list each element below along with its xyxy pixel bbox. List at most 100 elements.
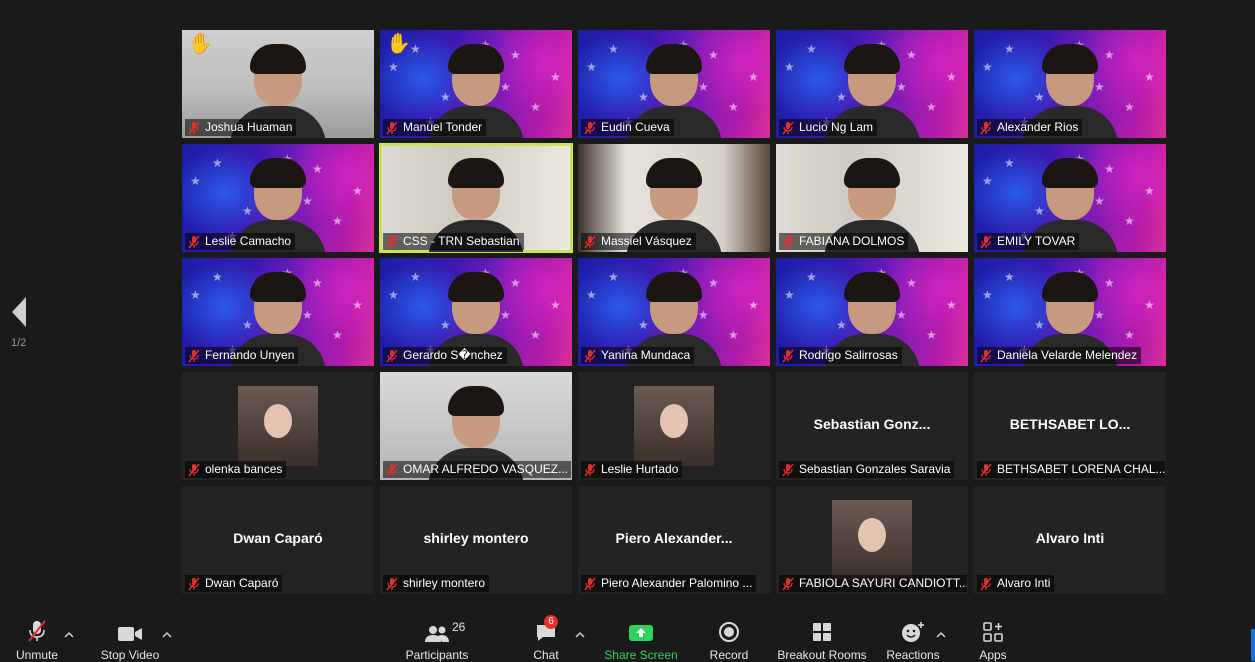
muted-mic-icon: [782, 235, 794, 248]
raised-hand-icon: ✋: [188, 33, 213, 55]
participant-name-label: Gerardo S�nchez: [383, 347, 507, 364]
record-button[interactable]: Record: [708, 617, 750, 662]
share-screen-label: Share Screen: [604, 648, 678, 662]
star-icon: ★: [946, 70, 957, 84]
participant-name: FABIOLA SAYURI CANDIOTT...: [799, 576, 967, 590]
muted-mic-icon: [584, 463, 596, 476]
star-icon: ★: [1144, 70, 1155, 84]
unmute-label: Unmute: [15, 648, 59, 662]
participant-name-label: Leslie Hurtado: [581, 461, 683, 478]
muted-mic-icon: [584, 349, 596, 362]
participant-display-name: BETHSABET LO...: [1009, 416, 1131, 432]
chat-unread-badge: 6: [544, 615, 558, 629]
page-indicator: 1/2: [11, 337, 27, 349]
participant-tile[interactable]: ★★★★★★★★★Leslie Camacho: [182, 144, 374, 252]
star-icon: ★: [212, 156, 223, 170]
participant-tile[interactable]: Sebastian Gonz... Sebastian Gonzales Sara…: [776, 372, 968, 480]
participant-tile[interactable]: ★★★★★★★★★Rodrigo Salirrosas: [776, 258, 968, 366]
participant-name: CSS - TRN Sebastian: [403, 234, 520, 248]
participant-name: Manuel Tonder: [403, 120, 483, 134]
participant-tile[interactable]: ★★★★★★★★★EMILY TOVAR: [974, 144, 1166, 252]
participant-name-label: FABIOLA SAYURI CANDIOTT...: [779, 575, 967, 592]
star-icon: ★: [982, 288, 993, 302]
participant-tile[interactable]: ★★★★★★★★★Yanina Mundaca: [578, 258, 770, 366]
muted-mic-icon: [782, 349, 794, 362]
participant-tile[interactable]: ★★★★★★★★★Alexander Rios: [974, 30, 1166, 138]
share-screen-button[interactable]: Share Screen: [603, 617, 679, 662]
participant-name: Yanina Mundaca: [601, 348, 691, 362]
participant-name: FABIANA DOLMOS: [799, 234, 905, 248]
participant-name-label: Alvaro Inti: [977, 575, 1055, 592]
star-icon: ★: [784, 60, 795, 74]
participant-name: Leslie Hurtado: [601, 462, 679, 476]
participant-tile[interactable]: ★★★★★★★★★Fernando Unyen: [182, 258, 374, 366]
star-icon: ★: [388, 288, 399, 302]
participant-name: Massiel Vásquez: [601, 234, 692, 248]
participant-name-label: FABIANA DOLMOS: [779, 233, 909, 250]
participant-tile[interactable]: ★★★★★★★★★Lucio Ng Lam: [776, 30, 968, 138]
chat-options-caret-icon[interactable]: [575, 631, 585, 639]
participant-tile[interactable]: ✋ Joshua Huaman: [182, 30, 374, 138]
participant-tile[interactable]: shirley montero shirley montero: [380, 486, 572, 594]
breakout-rooms-label: Breakout Rooms: [777, 648, 867, 662]
star-icon: ★: [1004, 270, 1015, 284]
participant-name: BETHSABET LORENA CHAL...: [997, 462, 1165, 476]
participant-tile[interactable]: ★★★★★★★★★Eudin Cueva: [578, 30, 770, 138]
muted-mic-icon: [782, 463, 794, 476]
participant-name-label: Sebastian Gonzales Saravia: [779, 461, 955, 478]
participant-name-label: Dwan Caparó: [185, 575, 283, 592]
participant-tile[interactable]: Dwan Caparó Dwan Caparó: [182, 486, 374, 594]
profile-photo: [634, 386, 714, 466]
participant-display-name: Dwan Caparó: [233, 530, 323, 546]
participant-tile[interactable]: Piero Alexander... Piero Alexander Palomi…: [578, 486, 770, 594]
reactions-options-caret-icon[interactable]: [936, 631, 946, 639]
participant-tile[interactable]: ★★★★★★★★★Daniela Velarde Melendez: [974, 258, 1166, 366]
participant-name-label: Eudin Cueva: [581, 119, 674, 136]
participant-tile[interactable]: OMAR ALFREDO VASQUEZ...: [380, 372, 572, 480]
participant-tile[interactable]: FABIOLA SAYURI CANDIOTT...: [776, 486, 968, 594]
participant-tile[interactable]: FABIANA DOLMOS: [776, 144, 968, 252]
participant-name: Dwan Caparó: [205, 576, 279, 590]
star-icon: ★: [946, 298, 957, 312]
muted-mic-icon: [386, 349, 398, 362]
stop-video-button[interactable]: Stop Video: [98, 617, 162, 662]
star-icon: ★: [784, 288, 795, 302]
participant-display-name: Alvaro Inti: [1035, 530, 1105, 546]
participant-tile[interactable]: ★★★★★★★★★Gerardo S�nchez: [380, 258, 572, 366]
muted-mic-icon: [188, 577, 200, 590]
audio-options-caret-icon[interactable]: [64, 631, 74, 639]
muted-mic-icon: [386, 463, 398, 476]
participant-tile[interactable]: ★★★★★★★★★✋Manuel Tonder: [380, 30, 572, 138]
participant-name: Piero Alexander Palomino ...: [601, 576, 753, 590]
participant-tile[interactable]: olenka bances: [182, 372, 374, 480]
participant-name: Daniela Velarde Melendez: [997, 348, 1138, 362]
participant-name-label: shirley montero: [383, 575, 490, 592]
star-icon: ★: [1144, 298, 1155, 312]
participant-name-label: Massiel Vásquez: [581, 233, 696, 250]
participant-tile[interactable]: Alvaro Inti Alvaro Inti: [974, 486, 1166, 594]
participants-count: 26: [452, 620, 466, 634]
video-options-caret-icon[interactable]: [162, 631, 172, 639]
muted-mic-icon: [584, 577, 596, 590]
participant-name: Eudin Cueva: [601, 120, 670, 134]
apps-button[interactable]: Apps: [972, 617, 1014, 662]
muted-mic-icon: [188, 121, 200, 134]
previous-page-arrow[interactable]: [8, 295, 30, 329]
muted-mic-icon: [980, 577, 992, 590]
participant-name: Alvaro Inti: [997, 576, 1051, 590]
star-icon: ★: [806, 270, 817, 284]
star-icon: ★: [352, 298, 363, 312]
chat-button[interactable]: 6 Chat: [526, 615, 566, 662]
participant-tile[interactable]: Massiel Vásquez: [578, 144, 770, 252]
star-icon: ★: [530, 328, 541, 342]
participant-tile[interactable]: Leslie Hurtado: [578, 372, 770, 480]
record-icon: [719, 622, 739, 642]
participant-name-label: EMILY TOVAR: [977, 233, 1080, 250]
participant-tile[interactable]: CSS - TRN Sebastian: [379, 143, 573, 253]
participant-name: Gerardo S�nchez: [403, 348, 503, 362]
participants-button[interactable]: 26 Participants: [404, 617, 470, 662]
participant-tile[interactable]: BETHSABET LO... BETHSABET LORENA CHAL...: [974, 372, 1166, 480]
unmute-button[interactable]: Unmute: [10, 617, 64, 662]
breakout-rooms-button[interactable]: Breakout Rooms: [776, 617, 868, 662]
reactions-button[interactable]: Reactions: [884, 617, 942, 662]
